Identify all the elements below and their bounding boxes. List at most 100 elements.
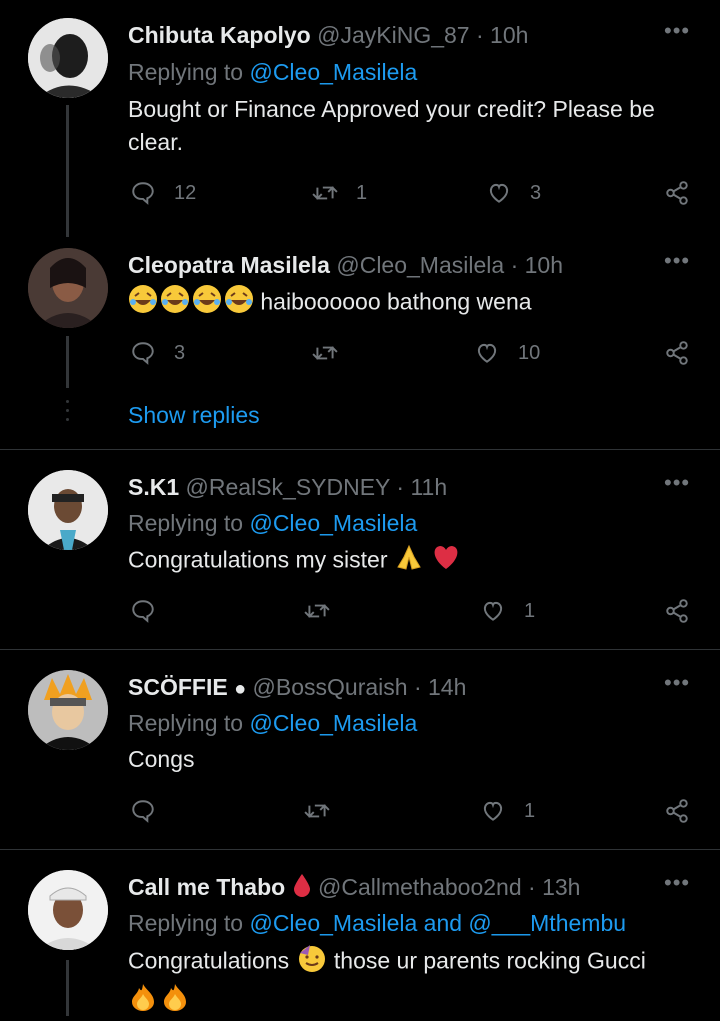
timestamp[interactable]: 11h (410, 474, 447, 500)
user-handle[interactable]: @BossQuraish (253, 674, 408, 700)
retweet-icon (312, 186, 338, 200)
replying-to: Replying to @Cleo_Masilela (128, 57, 417, 87)
apple-icon: ● (234, 678, 247, 700)
reply-icon (132, 342, 154, 365)
replying-prefix: Replying to (128, 510, 244, 536)
tweet-text: haiboooooo bathong wena (260, 288, 532, 315)
tweet-header: Call me Thabo @Callmethaboo2nd · 13h (128, 872, 580, 905)
tweet-1[interactable]: Chibuta Kapolyo @JayKiNG_87 · 10h ••• Re… (0, 0, 720, 240)
reply-button[interactable] (130, 598, 156, 624)
like-count: 10 (518, 341, 541, 364)
heart-icon (483, 601, 503, 621)
more-options-icon[interactable]: ••• (664, 20, 692, 44)
user-handle[interactable]: @Callmethaboo2nd (318, 874, 522, 900)
user-handle[interactable]: @RealSk_SYDNEY (186, 474, 390, 500)
tweet-text-container: Congratulations those ur parents rocking… (128, 943, 698, 1021)
like-count: 1 (524, 799, 536, 822)
share-icon (666, 599, 688, 623)
display-name[interactable]: Chibuta Kapolyo (128, 22, 311, 48)
replying-prefix: Replying to (128, 710, 244, 736)
thread-continuation-dots (66, 400, 69, 427)
tweet-text-part-1: Congratulations (128, 947, 290, 974)
like-button[interactable]: 10 (474, 340, 540, 366)
mention-link[interactable]: @Cleo_Masilela (249, 59, 417, 85)
mention-link[interactable]: @Cleo_Masilela and @___Mthembu (249, 910, 626, 936)
retweet-count: 1 (356, 181, 368, 204)
tweet-3[interactable]: S.K1 @RealSk_SYDNEY · 11h ••• Replying t… (0, 450, 720, 648)
reply-icon (132, 182, 154, 205)
more-options-icon[interactable]: ••• (664, 672, 692, 696)
separator-dot: · (528, 874, 536, 900)
retweet-button[interactable]: 1 (312, 180, 367, 206)
drop-of-blood-emoji (292, 872, 312, 905)
share-button[interactable] (664, 180, 690, 206)
user-handle[interactable]: @Cleo_Masilela (336, 252, 504, 278)
tweet-text-part-2: those ur parents rocking Gucci (333, 947, 646, 974)
reply-count: 3 (174, 341, 186, 364)
tweet-text: Congs (128, 746, 195, 772)
like-button[interactable]: 1 (480, 598, 535, 624)
retweet-icon (312, 346, 338, 360)
mention-link[interactable]: @Cleo_Masilela (249, 710, 417, 736)
avatar[interactable] (28, 248, 108, 328)
tweet-4[interactable]: SCÖFFIE ● @BossQuraish · 14h ••• Replyin… (0, 650, 720, 848)
heart-icon (477, 343, 497, 363)
thread-line (66, 960, 69, 1016)
tweet-text: Bought or Finance Approved your credit? … (128, 96, 655, 155)
separator-dot: · (510, 252, 519, 278)
display-name[interactable]: Cleopatra Masilela (128, 252, 330, 278)
retweet-button[interactable] (304, 798, 330, 824)
replying-to: Replying to @Cleo_Masilela (128, 508, 417, 538)
replying-prefix: Replying to (128, 59, 244, 85)
more-options-icon[interactable]: ••• (664, 872, 692, 896)
like-button[interactable]: 3 (486, 180, 541, 206)
like-button[interactable]: 1 (480, 798, 535, 824)
separator-dot: · (396, 474, 405, 500)
reply-button[interactable] (130, 798, 156, 824)
share-button[interactable] (664, 340, 690, 366)
display-name[interactable]: SCÖFFIE (128, 674, 228, 700)
retweet-button[interactable] (312, 340, 338, 366)
avatar[interactable] (28, 670, 108, 750)
separator-dot: · (475, 22, 484, 48)
share-icon (666, 341, 688, 365)
tweet-header: Cleopatra Masilela @Cleo_Masilela · 10h (128, 250, 563, 280)
user-handle[interactable]: @JayKiNG_87 (317, 22, 469, 48)
retweet-button[interactable] (304, 598, 330, 624)
mention-link[interactable]: @Cleo_Masilela (249, 510, 417, 536)
tweet-2[interactable]: Cleopatra Masilela @Cleo_Masilela · 10h … (0, 240, 720, 450)
reply-icon (132, 800, 154, 823)
avatar[interactable] (28, 470, 108, 550)
tweet-header: S.K1 @RealSk_SYDNEY · 11h (128, 472, 447, 502)
replying-to: Replying to @Cleo_Masilela and @___Mthem… (128, 908, 626, 938)
share-button[interactable] (664, 798, 690, 824)
reply-button[interactable]: 3 (130, 340, 185, 366)
retweet-icon (304, 804, 330, 818)
tweet-5[interactable]: Call me Thabo @Callmethaboo2nd · 13h •••… (0, 850, 720, 1016)
replying-prefix: Replying to (128, 910, 244, 936)
reply-button[interactable]: 12 (130, 180, 196, 206)
timestamp[interactable]: 14h (428, 674, 466, 700)
partying-face-emoji (296, 943, 328, 982)
like-count: 3 (530, 181, 542, 204)
tweet-text-container: Congratulations my sister (128, 543, 698, 580)
praying-hands-emoji (394, 543, 424, 580)
reply-count: 12 (174, 181, 197, 204)
heart-icon (489, 183, 509, 203)
avatar[interactable] (28, 18, 108, 98)
display-name[interactable]: S.K1 (128, 474, 179, 500)
avatar[interactable] (28, 870, 108, 950)
fire-emoji (128, 982, 192, 1021)
tweet-header: Chibuta Kapolyo @JayKiNG_87 · 10h (128, 20, 528, 50)
share-icon (666, 799, 688, 823)
replying-to: Replying to @Cleo_Masilela (128, 708, 417, 738)
show-replies-link[interactable]: Show replies (128, 402, 260, 429)
display-name[interactable]: Call me Thabo (128, 874, 285, 900)
timestamp[interactable]: 10h (525, 252, 563, 278)
timestamp[interactable]: 10h (490, 22, 528, 48)
more-options-icon[interactable]: ••• (664, 472, 692, 496)
thread-line (66, 105, 69, 237)
timestamp[interactable]: 13h (542, 874, 580, 900)
more-options-icon[interactable]: ••• (664, 250, 692, 274)
share-button[interactable] (664, 598, 690, 624)
